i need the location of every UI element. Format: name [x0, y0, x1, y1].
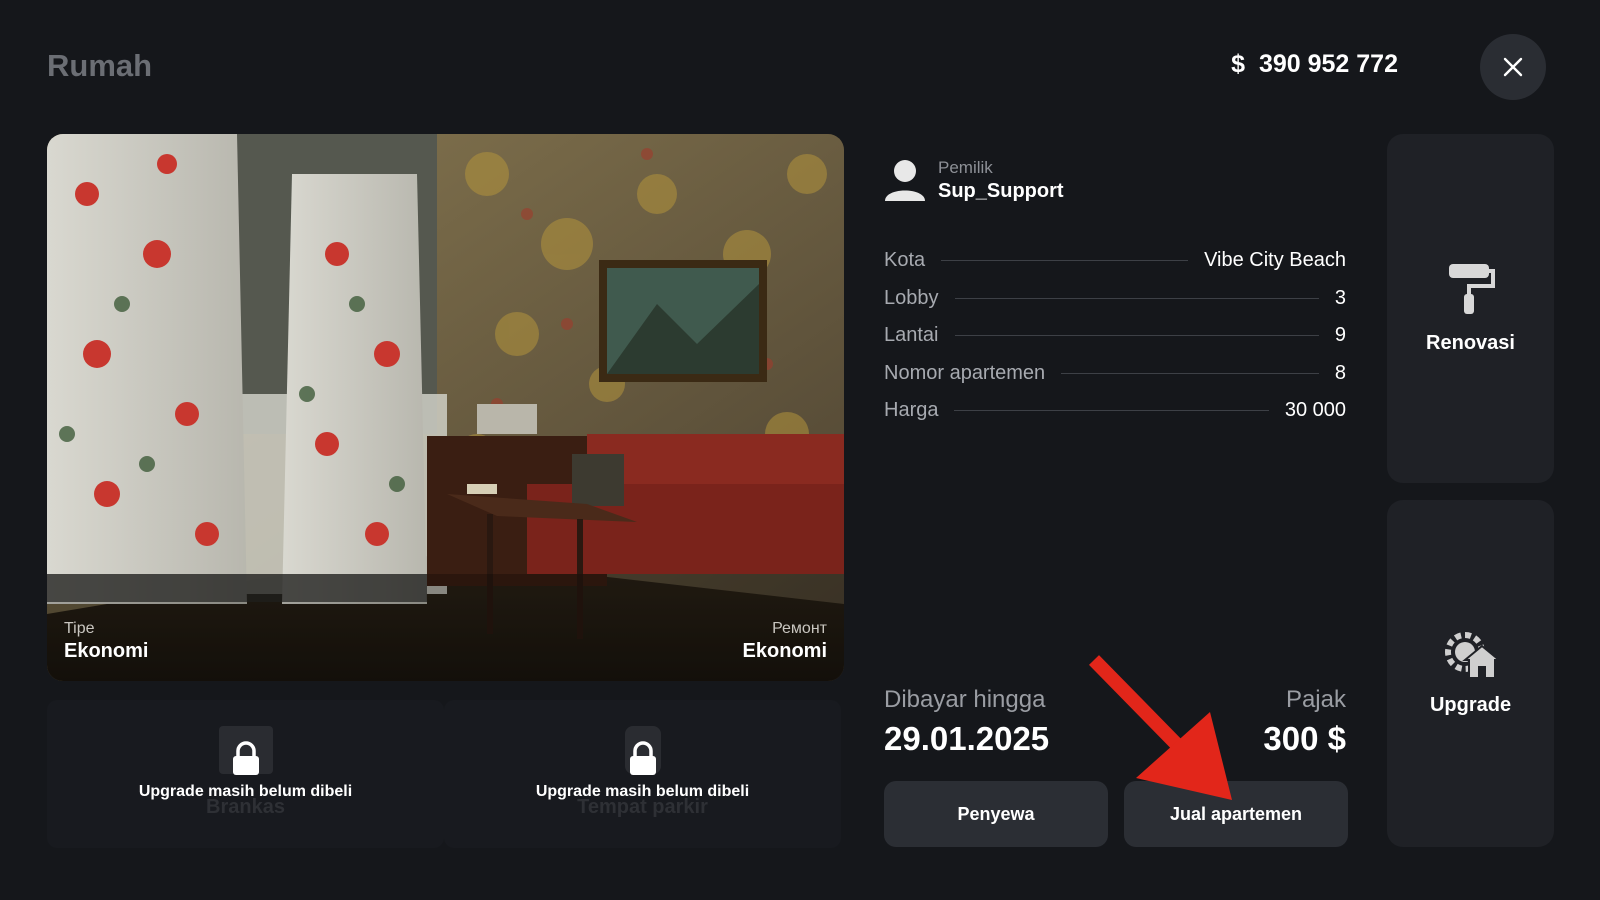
- balance-amount: 390 952 772: [1258, 50, 1398, 78]
- type-value: Ekonomi: [64, 640, 149, 662]
- info-key: Lantai: [884, 324, 939, 347]
- sell-apartment-button[interactable]: Jual apartemen: [1124, 781, 1348, 847]
- info-row-floor: Lantai 9: [884, 317, 1346, 355]
- property-info-list: Kota Vibe City Beach Lobby 3 Lantai 9 No…: [884, 242, 1346, 430]
- info-value: 9: [1334, 324, 1346, 347]
- divider: [954, 335, 1319, 337]
- info-value: 8: [1334, 361, 1346, 384]
- apartment-photo: Tipe Ekonomi Ремонт Ekonomi: [47, 134, 844, 681]
- lock-icon: [232, 741, 259, 775]
- slot-locked-message: Upgrade masih belum dibeli: [535, 783, 750, 800]
- renovate-label: Renovasi: [1426, 332, 1515, 354]
- divider: [1061, 372, 1319, 374]
- upgrade-label: Upgrade: [1429, 694, 1512, 716]
- balance-display: $ 390 952 772: [1231, 50, 1398, 79]
- paid-until-label: Dibayar hingga: [884, 686, 1046, 713]
- parking-upgrade-slot: Tempat parkir Upgrade masih belum dibeli: [444, 700, 841, 848]
- info-row-apartment-number: Nomor apartemen 8: [884, 355, 1346, 393]
- info-key: Lobby: [884, 286, 939, 309]
- house-gear-icon: [1444, 632, 1499, 679]
- room-illustration: [47, 134, 844, 681]
- info-value: Vibe City Beach: [1204, 249, 1346, 272]
- divider: [941, 260, 1189, 262]
- close-icon: [1503, 57, 1523, 77]
- type-label: Tipe: [64, 620, 95, 637]
- info-key: Harga: [884, 399, 939, 422]
- divider: [954, 297, 1319, 299]
- info-value: 30 000: [1284, 399, 1346, 422]
- tax-label: Pajak: [1285, 686, 1346, 713]
- repair-value: Ekonomi: [742, 640, 827, 662]
- close-button[interactable]: [1480, 34, 1546, 100]
- paint-roller-icon: [1448, 264, 1495, 314]
- info-row-lobby: Lobby 3: [884, 280, 1346, 318]
- divider: [954, 410, 1269, 412]
- info-key: Nomor apartemen: [884, 361, 1046, 384]
- repair-caption: Ремонт Ekonomi: [743, 620, 827, 663]
- slot-locked-message: Upgrade masih belum dibeli: [138, 783, 353, 800]
- tenant-button[interactable]: Penyewa: [884, 781, 1108, 847]
- renovate-button[interactable]: Renovasi: [1387, 134, 1554, 483]
- info-value: 3: [1334, 286, 1346, 309]
- paid-until-date: 29.01.2025: [884, 720, 1050, 757]
- lock-icon: [629, 741, 656, 775]
- user-icon: [885, 159, 925, 201]
- info-row-city: Kota Vibe City Beach: [884, 242, 1346, 280]
- info-key: Kota: [884, 249, 926, 272]
- tax-value: 300 $: [1263, 720, 1346, 757]
- safe-upgrade-slot: Brankas Upgrade masih belum dibeli: [47, 700, 444, 848]
- info-row-price: Harga 30 000: [884, 392, 1346, 430]
- repair-label: Ремонт: [772, 620, 827, 637]
- currency-symbol: $: [1231, 50, 1245, 78]
- upgrade-button[interactable]: Upgrade: [1387, 500, 1554, 847]
- owner-block: Pemilik Sup_Support: [884, 158, 1064, 203]
- owner-name: Sup_Support: [938, 180, 1064, 202]
- type-caption: Tipe Ekonomi: [64, 620, 148, 663]
- owner-label: Pemilik: [938, 158, 993, 177]
- page-title: Rumah: [47, 48, 153, 83]
